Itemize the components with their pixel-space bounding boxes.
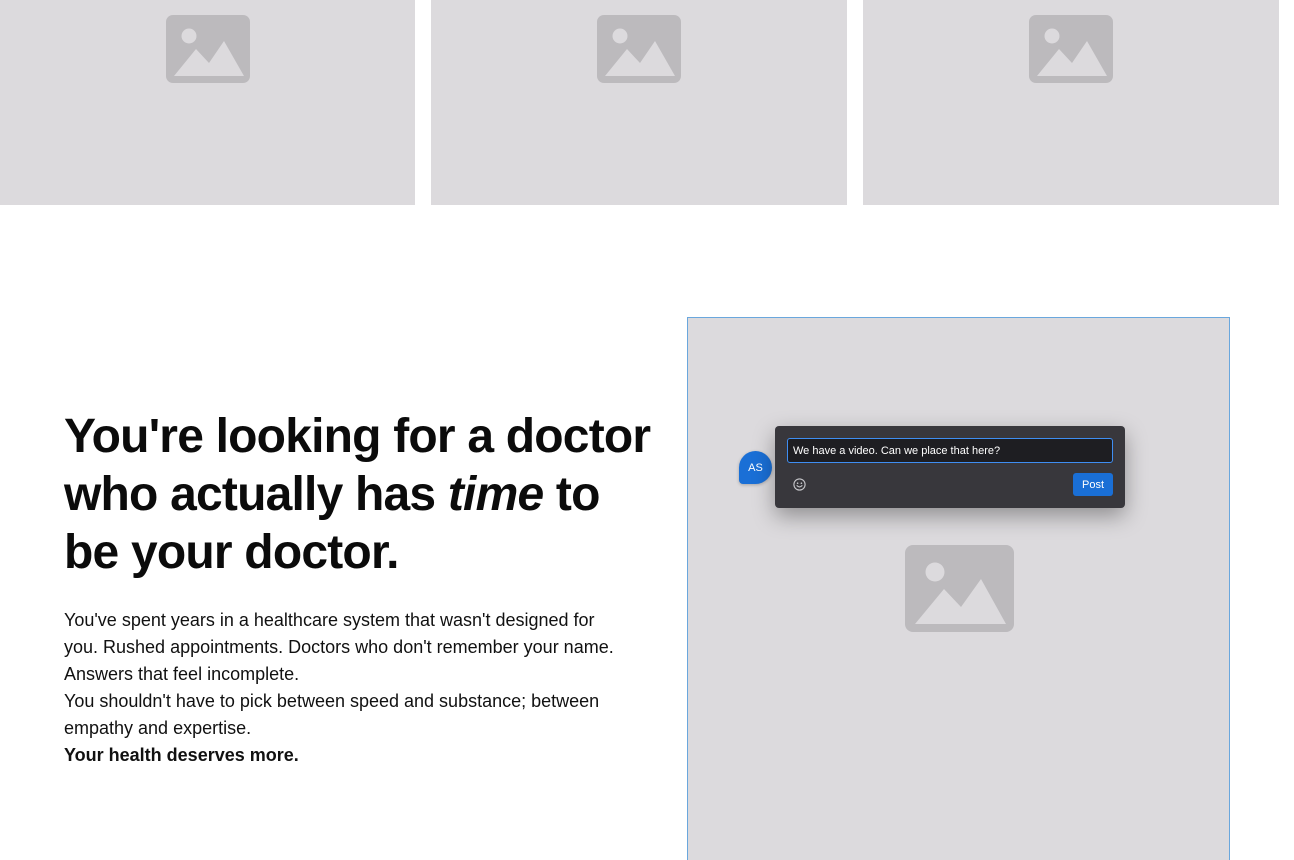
hero-headline: You're looking for a doctor who actually… bbox=[64, 408, 664, 582]
hero-media-placeholder[interactable] bbox=[687, 317, 1230, 860]
comment-input[interactable] bbox=[787, 438, 1113, 463]
image-placeholder-icon bbox=[165, 15, 250, 83]
image-placeholder-icon bbox=[905, 545, 1014, 632]
body-paragraph-2: You shouldn't have to pick between speed… bbox=[64, 691, 600, 738]
gallery-image-2 bbox=[431, 0, 847, 205]
page: You're looking for a doctor who actually… bbox=[0, 0, 1294, 860]
smiley-icon bbox=[792, 477, 806, 491]
post-button[interactable]: Post bbox=[1073, 473, 1113, 496]
hero-body: You've spent years in a healthcare syste… bbox=[64, 607, 624, 769]
comment-avatar[interactable]: AS bbox=[739, 451, 772, 484]
comment-popup: Post bbox=[775, 426, 1125, 508]
body-paragraph-1: You've spent years in a healthcare syste… bbox=[64, 610, 614, 684]
emoji-button[interactable] bbox=[792, 477, 806, 491]
image-placeholder-icon bbox=[597, 15, 681, 83]
image-placeholder-icon bbox=[1029, 15, 1113, 83]
headline-emphasis: time bbox=[447, 468, 544, 521]
gallery-image-1 bbox=[0, 0, 415, 205]
gallery-image-3 bbox=[863, 0, 1279, 205]
body-tagline: Your health deserves more. bbox=[64, 745, 299, 765]
